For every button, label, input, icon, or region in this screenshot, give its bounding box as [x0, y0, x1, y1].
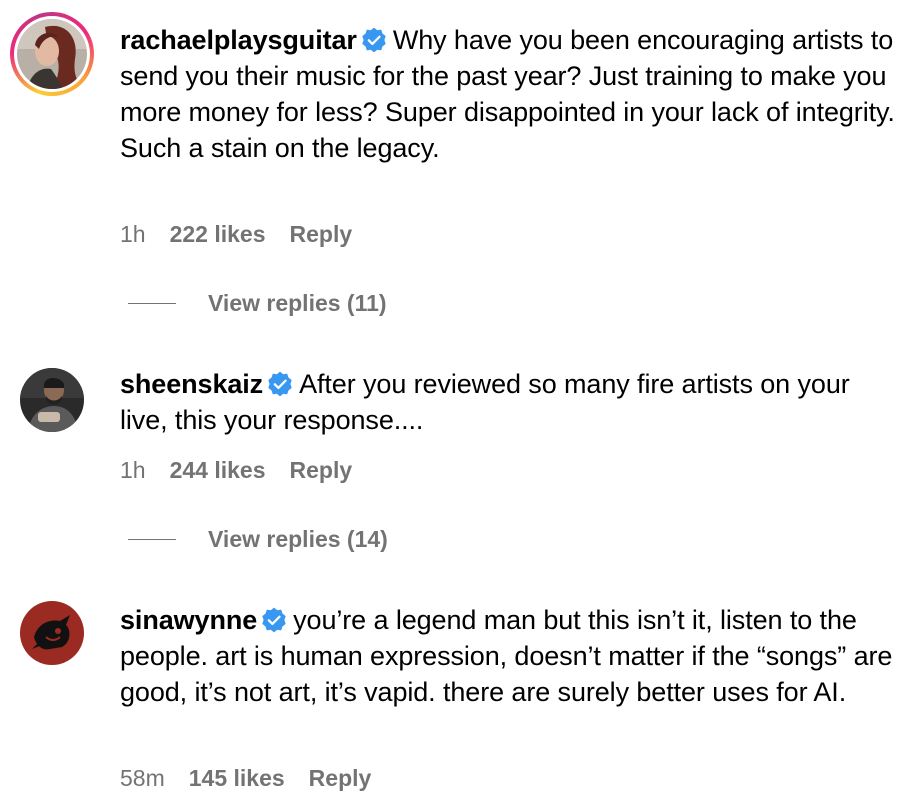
reply-button[interactable]: Reply — [290, 457, 353, 484]
divider-line — [128, 539, 176, 540]
comment-body: sheenskaiz After you reviewed so many fir… — [120, 366, 900, 438]
comment-time[interactable]: 1h — [120, 221, 146, 248]
avatar[interactable] — [10, 358, 94, 442]
reply-button[interactable]: Reply — [309, 765, 372, 792]
view-replies-button[interactable]: View replies (14) — [128, 526, 388, 553]
profile-photo-icon — [20, 368, 84, 432]
verified-badge-icon — [262, 607, 286, 633]
avatar[interactable] — [10, 12, 94, 96]
username-link[interactable]: sinawynne — [120, 605, 257, 635]
comment-meta: 58m 145 likes Reply — [120, 765, 371, 792]
view-replies-label: View replies (11) — [208, 290, 387, 316]
avatar[interactable] — [10, 591, 94, 675]
comment-meta: 1h 244 likes Reply — [120, 457, 352, 484]
view-replies-label: View replies (14) — [208, 526, 388, 552]
view-replies-button[interactable]: View replies (11) — [128, 290, 387, 317]
comment-body: sinawynne you’re a legend man but this is… — [120, 602, 900, 710]
username-link[interactable]: rachaelplaysguitar — [120, 25, 357, 55]
likes-count[interactable]: 244 likes — [170, 457, 266, 484]
username-link[interactable]: sheenskaiz — [120, 369, 263, 399]
likes-count[interactable]: 222 likes — [170, 221, 266, 248]
comment-meta: 1h 222 likes Reply — [120, 221, 352, 248]
verified-badge-icon — [362, 27, 386, 53]
likes-count[interactable]: 145 likes — [189, 765, 285, 792]
profile-photo-icon — [20, 601, 84, 665]
divider-line — [128, 303, 176, 304]
profile-photo-icon — [17, 19, 87, 89]
comment-time[interactable]: 1h — [120, 457, 146, 484]
comment-time[interactable]: 58m — [120, 765, 165, 792]
verified-badge-icon — [268, 371, 292, 397]
story-ring — [10, 12, 94, 96]
comment-body: rachaelplaysguitar Why have you been enco… — [120, 22, 900, 166]
reply-button[interactable]: Reply — [290, 221, 353, 248]
